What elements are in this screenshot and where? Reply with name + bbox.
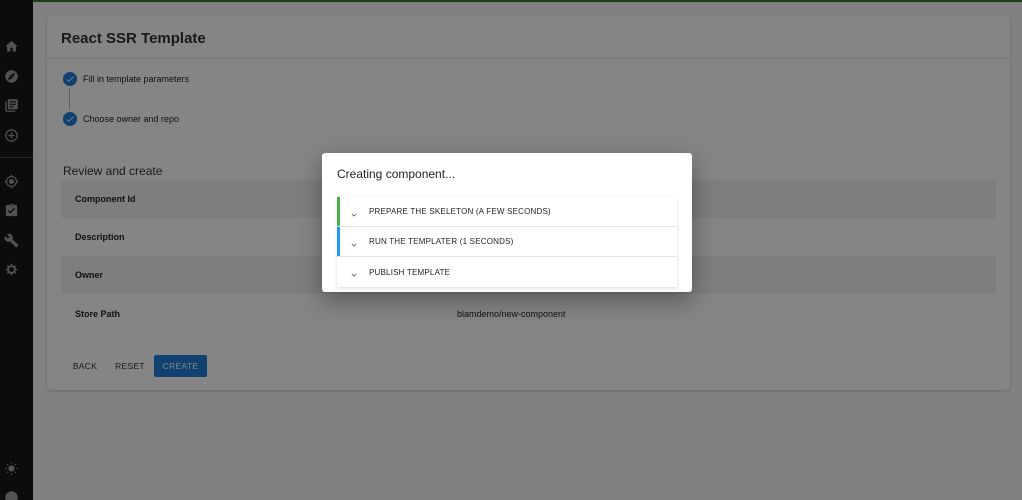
task-label: PREPARE THE SKELETON (A FEW SECONDS) bbox=[369, 207, 551, 216]
task-status-bar bbox=[337, 197, 340, 226]
creating-component-dialog: Creating component... PREPARE THE SKELET… bbox=[322, 153, 692, 292]
task-status-bar bbox=[337, 227, 340, 256]
task-label: PUBLISH TEMPLATE bbox=[369, 267, 451, 277]
chevron-down-icon bbox=[349, 207, 359, 217]
task-list: PREPARE THE SKELETON (A FEW SECONDS) RUN… bbox=[337, 197, 677, 287]
task-label: RUN THE TEMPLATER (1 SECONDS) bbox=[369, 237, 514, 246]
chevron-down-icon bbox=[349, 267, 359, 277]
chevron-down-icon bbox=[349, 237, 359, 247]
dialog-title: Creating component... bbox=[337, 167, 456, 181]
task-prepare-skeleton[interactable]: PREPARE THE SKELETON (A FEW SECONDS) bbox=[337, 197, 677, 227]
task-publish-template[interactable]: PUBLISH TEMPLATE bbox=[337, 257, 677, 287]
task-run-templater[interactable]: RUN THE TEMPLATER (1 SECONDS) bbox=[337, 227, 677, 257]
